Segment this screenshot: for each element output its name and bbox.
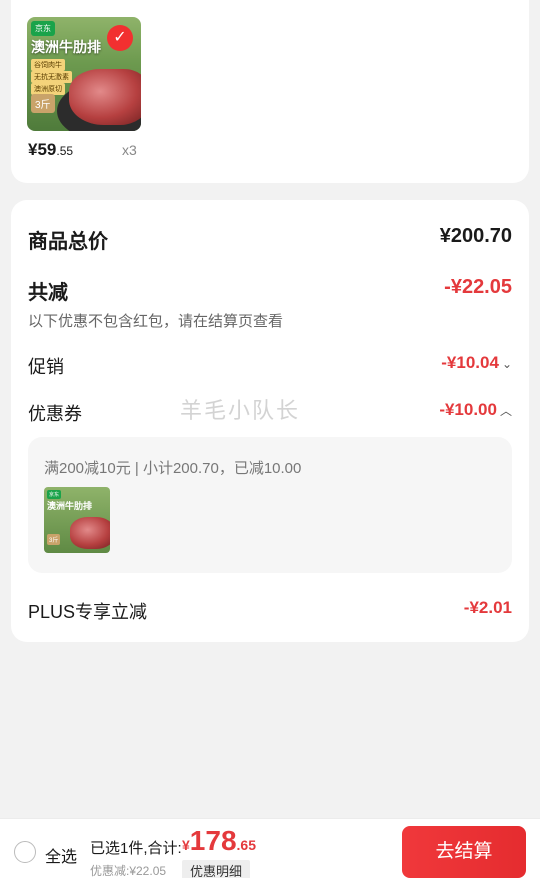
total-row: 商品总价 ¥200.70 bbox=[28, 225, 512, 254]
chevron-down-icon[interactable]: ⌄ bbox=[502, 357, 512, 371]
select-all-label[interactable]: 全选 bbox=[45, 843, 77, 867]
coupon-product-image[interactable]: 京东 澳洲牛肋排 3斤 bbox=[44, 487, 110, 553]
discount-note: 以下优惠不包含红包，请在结算页查看 bbox=[28, 313, 284, 330]
total-int: 178 bbox=[189, 825, 237, 856]
total-label: 商品总价 bbox=[28, 231, 108, 253]
saved-amount: 优惠减:¥22.05 bbox=[90, 864, 167, 878]
select-all-radio[interactable] bbox=[14, 841, 36, 863]
image-weight: 3斤 bbox=[47, 534, 61, 545]
checkout-button[interactable]: 去结算 bbox=[402, 826, 526, 878]
total-dec: .65 bbox=[236, 837, 256, 853]
brand-logo: 京东 bbox=[47, 490, 62, 499]
checkout-bar: 全选 已选1件,合计: ¥178.65 优惠减:¥22.05 优惠明细 去结算 bbox=[0, 818, 540, 878]
total-yen: ¥ bbox=[182, 837, 190, 853]
discount-label: 共减 bbox=[28, 282, 68, 304]
product-price: ¥59.55 bbox=[28, 140, 73, 160]
image-tag: 谷饲肉牛 bbox=[31, 59, 65, 71]
selected-count: 已选1件,合计: bbox=[90, 840, 182, 857]
meat-shape bbox=[69, 69, 141, 125]
coupon-detail-text: 满200减10元 | 小计200.70，已减10.00 bbox=[44, 460, 302, 477]
watermark: 羊毛小队长 bbox=[180, 398, 301, 423]
product-card: 京东 澳洲牛肋排 谷饲肉牛 无抗无激素 澳洲原切 3斤 ✓ ¥59.55 x3 bbox=[11, 0, 529, 183]
product-quantity: x3 bbox=[122, 142, 137, 158]
discount-detail-button[interactable]: 优惠明细 bbox=[182, 860, 251, 878]
promo-value-wrap: -¥10.04 ⌄ bbox=[441, 353, 512, 373]
total-value: ¥200.70 bbox=[439, 225, 512, 247]
coupon-label: 优惠券 bbox=[28, 404, 82, 424]
meat-shape bbox=[70, 517, 110, 549]
plus-value: -¥2.01 bbox=[463, 598, 512, 617]
coupon-value-wrap: -¥10.00 ︿ bbox=[439, 400, 512, 420]
coupon-value: -¥10.00 bbox=[439, 400, 497, 419]
promo-row[interactable]: 促销 -¥10.04 ⌄ bbox=[28, 353, 512, 379]
coupon-detail-box: 满200减10元 | 小计200.70，已减10.00 京东 澳洲牛肋排 3斤 bbox=[28, 437, 512, 573]
price-dec: .55 bbox=[56, 144, 74, 158]
price-int: ¥59 bbox=[28, 140, 57, 159]
total-amount: ¥178.65 bbox=[182, 825, 256, 857]
check-icon[interactable]: ✓ bbox=[107, 25, 133, 51]
promo-label: 促销 bbox=[28, 357, 64, 377]
brand-logo: 京东 bbox=[31, 21, 55, 36]
discount-row: 共减 -¥22.05 bbox=[28, 276, 512, 305]
plus-label: PLUS专享立减 bbox=[28, 602, 148, 622]
image-weight: 3斤 bbox=[31, 94, 55, 113]
image-tag: 无抗无激素 bbox=[31, 71, 72, 83]
plus-row: PLUS专享立减 -¥2.01 bbox=[28, 598, 512, 624]
image-title: 澳洲牛肋排 bbox=[47, 501, 93, 511]
chevron-up-icon[interactable]: ︿ bbox=[500, 404, 512, 418]
image-title: 澳洲牛肋排 bbox=[31, 39, 101, 55]
promo-value: -¥10.04 bbox=[441, 353, 499, 372]
discount-value: -¥22.05 bbox=[444, 276, 512, 298]
